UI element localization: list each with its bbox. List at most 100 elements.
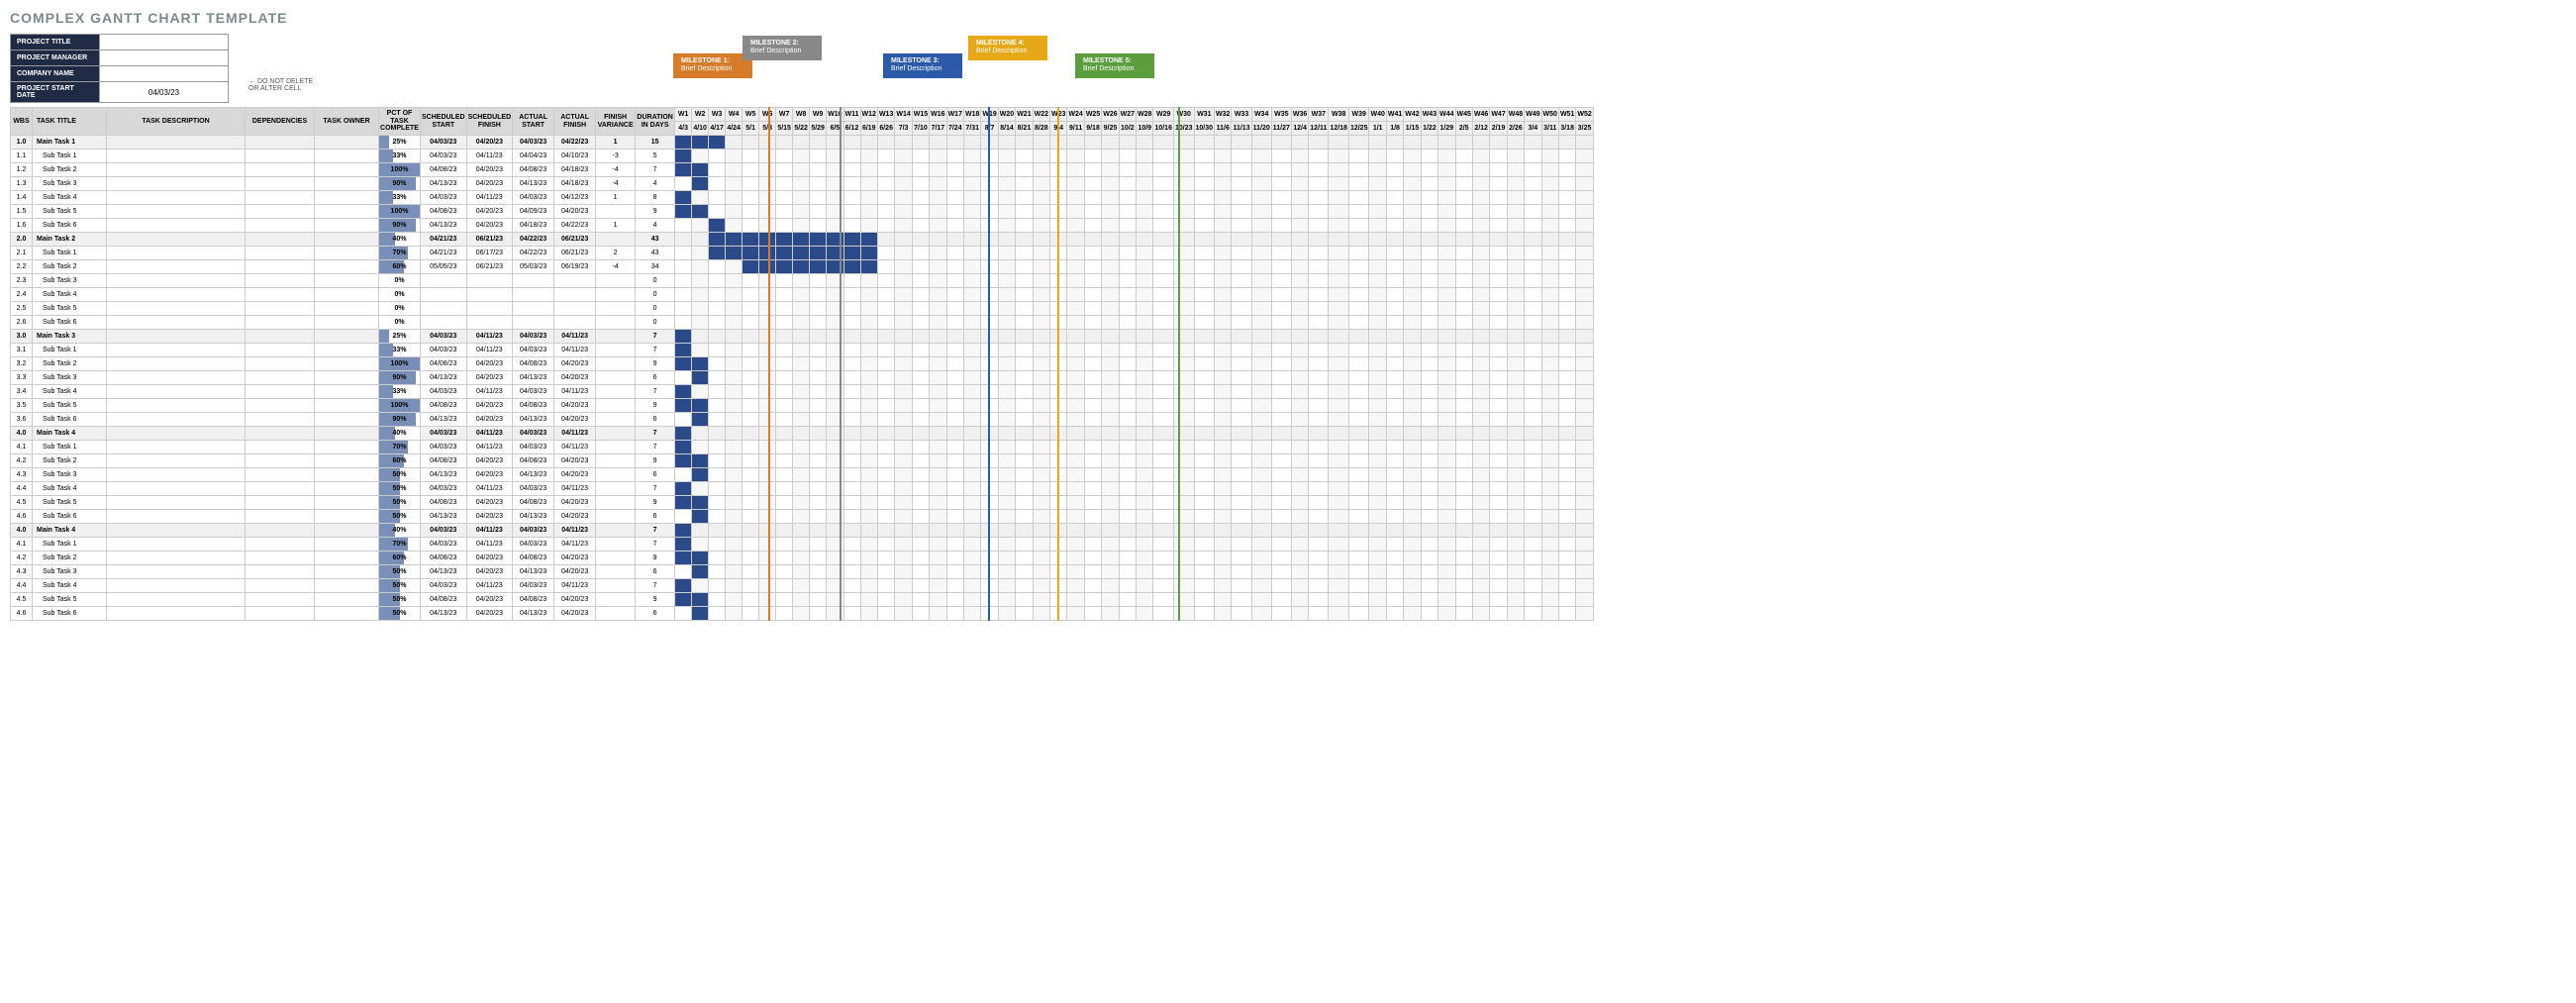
sub-task-row[interactable]: 4.1Sub Task 170%04/03/2304/11/2304/03/23… — [11, 441, 1594, 454]
sub-task-row[interactable]: 4.6Sub Task 650%04/13/2304/20/2304/13/23… — [11, 510, 1594, 524]
sub-task-row[interactable]: 4.3Sub Task 350%04/13/2304/20/2304/13/23… — [11, 468, 1594, 482]
task-title-cell[interactable]: Sub Task 3 — [33, 565, 107, 579]
pct-complete-cell[interactable]: 0% — [379, 274, 421, 288]
pct-complete-cell[interactable]: 60% — [379, 552, 421, 565]
pct-complete-cell[interactable]: 50% — [379, 579, 421, 593]
pct-complete-cell[interactable]: 90% — [379, 371, 421, 385]
task-title-cell[interactable]: Sub Task 4 — [33, 288, 107, 302]
sub-task-row[interactable]: 1.5Sub Task 5100%04/08/2304/20/2304/09/2… — [11, 205, 1594, 219]
pct-complete-cell[interactable]: 33% — [379, 344, 421, 357]
pct-complete-cell[interactable]: 70% — [379, 441, 421, 454]
pct-complete-cell[interactable]: 0% — [379, 288, 421, 302]
pct-complete-cell[interactable]: 90% — [379, 413, 421, 427]
task-title-cell[interactable]: Sub Task 6 — [33, 413, 107, 427]
pct-complete-cell[interactable]: 50% — [379, 510, 421, 524]
main-task-row[interactable]: 4.0Main Task 440%04/03/2304/11/2304/03/2… — [11, 524, 1594, 538]
task-title-cell[interactable]: Sub Task 4 — [33, 579, 107, 593]
sub-task-row[interactable]: 1.2Sub Task 2100%04/08/2304/20/2304/08/2… — [11, 163, 1594, 177]
input-company-name[interactable] — [100, 66, 229, 82]
task-title-cell[interactable]: Sub Task 6 — [33, 607, 107, 621]
task-title-cell[interactable]: Sub Task 3 — [33, 177, 107, 191]
sub-task-row[interactable]: 4.4Sub Task 450%04/03/2304/11/2304/03/23… — [11, 579, 1594, 593]
task-title-cell[interactable]: Sub Task 5 — [33, 399, 107, 413]
task-title-cell[interactable]: Sub Task 4 — [33, 191, 107, 205]
pct-complete-cell[interactable]: 50% — [379, 593, 421, 607]
sub-task-row[interactable]: 2.6Sub Task 60%0 — [11, 316, 1594, 330]
sub-task-row[interactable]: 4.1Sub Task 170%04/03/2304/11/2304/03/23… — [11, 538, 1594, 552]
task-title-cell[interactable]: Sub Task 2 — [33, 163, 107, 177]
sub-task-row[interactable]: 1.4Sub Task 433%04/03/2304/11/2304/03/23… — [11, 191, 1594, 205]
task-title-cell[interactable]: Sub Task 5 — [33, 205, 107, 219]
pct-complete-cell[interactable]: 50% — [379, 482, 421, 496]
sub-task-row[interactable]: 2.3Sub Task 30%0 — [11, 274, 1594, 288]
sub-task-row[interactable]: 2.5Sub Task 50%0 — [11, 302, 1594, 316]
pct-complete-cell[interactable]: 33% — [379, 385, 421, 399]
task-title-cell[interactable]: Sub Task 6 — [33, 510, 107, 524]
task-title-cell[interactable]: Sub Task 5 — [33, 302, 107, 316]
task-title-cell[interactable]: Main Task 3 — [33, 330, 107, 344]
pct-complete-cell[interactable]: 40% — [379, 233, 421, 247]
sub-task-row[interactable]: 3.6Sub Task 690%04/13/2304/20/2304/13/23… — [11, 413, 1594, 427]
sub-task-row[interactable]: 1.1Sub Task 133%04/03/2304/11/2304/04/23… — [11, 150, 1594, 163]
sub-task-row[interactable]: 3.2Sub Task 2100%04/08/2304/20/2304/08/2… — [11, 357, 1594, 371]
pct-complete-cell[interactable]: 40% — [379, 427, 421, 441]
pct-complete-cell[interactable]: 50% — [379, 565, 421, 579]
sub-task-row[interactable]: 4.5Sub Task 550%04/08/2304/20/2304/08/23… — [11, 496, 1594, 510]
task-title-cell[interactable]: Sub Task 2 — [33, 357, 107, 371]
task-title-cell[interactable]: Sub Task 4 — [33, 482, 107, 496]
task-title-cell[interactable]: Sub Task 1 — [33, 150, 107, 163]
pct-complete-cell[interactable]: 25% — [379, 136, 421, 150]
pct-complete-cell[interactable]: 0% — [379, 316, 421, 330]
pct-complete-cell[interactable]: 100% — [379, 399, 421, 413]
task-title-cell[interactable]: Sub Task 1 — [33, 344, 107, 357]
task-title-cell[interactable]: Sub Task 3 — [33, 371, 107, 385]
task-title-cell[interactable]: Sub Task 3 — [33, 274, 107, 288]
sub-task-row[interactable]: 4.5Sub Task 550%04/08/2304/20/2304/08/23… — [11, 593, 1594, 607]
sub-task-row[interactable]: 3.1Sub Task 133%04/03/2304/11/2304/03/23… — [11, 344, 1594, 357]
pct-complete-cell[interactable]: 100% — [379, 357, 421, 371]
sub-task-row[interactable]: 4.2Sub Task 260%04/08/2304/20/2304/08/23… — [11, 454, 1594, 468]
pct-complete-cell[interactable]: 100% — [379, 205, 421, 219]
task-title-cell[interactable]: Main Task 2 — [33, 233, 107, 247]
task-title-cell[interactable]: Main Task 1 — [33, 136, 107, 150]
task-title-cell[interactable]: Main Task 4 — [33, 427, 107, 441]
input-project-manager[interactable] — [100, 50, 229, 66]
main-task-row[interactable]: 3.0Main Task 325%04/03/2304/11/2304/03/2… — [11, 330, 1594, 344]
task-title-cell[interactable]: Sub Task 1 — [33, 247, 107, 260]
sub-task-row[interactable]: 3.5Sub Task 5100%04/08/2304/20/2304/08/2… — [11, 399, 1594, 413]
pct-complete-cell[interactable]: 70% — [379, 247, 421, 260]
sub-task-row[interactable]: 2.2Sub Task 260%05/05/2306/21/2305/03/23… — [11, 260, 1594, 274]
pct-complete-cell[interactable]: 0% — [379, 302, 421, 316]
pct-complete-cell[interactable]: 25% — [379, 330, 421, 344]
task-title-cell[interactable]: Sub Task 5 — [33, 593, 107, 607]
pct-complete-cell[interactable]: 33% — [379, 191, 421, 205]
pct-complete-cell[interactable]: 100% — [379, 163, 421, 177]
main-task-row[interactable]: 1.0Main Task 125%04/03/2304/20/2304/03/2… — [11, 136, 1594, 150]
sub-task-row[interactable]: 3.4Sub Task 433%04/03/2304/11/2304/03/23… — [11, 385, 1594, 399]
task-title-cell[interactable]: Sub Task 1 — [33, 441, 107, 454]
pct-complete-cell[interactable]: 40% — [379, 524, 421, 538]
task-title-cell[interactable]: Sub Task 6 — [33, 219, 107, 233]
pct-complete-cell[interactable]: 60% — [379, 260, 421, 274]
task-title-cell[interactable]: Sub Task 2 — [33, 454, 107, 468]
pct-complete-cell[interactable]: 90% — [379, 177, 421, 191]
sub-task-row[interactable]: 4.6Sub Task 650%04/13/2304/20/2304/13/23… — [11, 607, 1594, 621]
pct-complete-cell[interactable]: 50% — [379, 468, 421, 482]
pct-complete-cell[interactable]: 60% — [379, 454, 421, 468]
task-title-cell[interactable]: Main Task 4 — [33, 524, 107, 538]
main-task-row[interactable]: 4.0Main Task 440%04/03/2304/11/2304/03/2… — [11, 427, 1594, 441]
task-title-cell[interactable]: Sub Task 5 — [33, 496, 107, 510]
task-title-cell[interactable]: Sub Task 2 — [33, 552, 107, 565]
task-title-cell[interactable]: Sub Task 6 — [33, 316, 107, 330]
pct-complete-cell[interactable]: 50% — [379, 496, 421, 510]
sub-task-row[interactable]: 1.3Sub Task 390%04/13/2304/20/2304/13/23… — [11, 177, 1594, 191]
sub-task-row[interactable]: 1.6Sub Task 690%04/13/2304/20/2304/18/23… — [11, 219, 1594, 233]
pct-complete-cell[interactable]: 70% — [379, 538, 421, 552]
task-title-cell[interactable]: Sub Task 3 — [33, 468, 107, 482]
task-title-cell[interactable]: Sub Task 4 — [33, 385, 107, 399]
sub-task-row[interactable]: 3.3Sub Task 390%04/13/2304/20/2304/13/23… — [11, 371, 1594, 385]
sub-task-row[interactable]: 4.3Sub Task 350%04/13/2304/20/2304/13/23… — [11, 565, 1594, 579]
pct-complete-cell[interactable]: 33% — [379, 150, 421, 163]
pct-complete-cell[interactable]: 90% — [379, 219, 421, 233]
main-task-row[interactable]: 2.0Main Task 240%04/21/2306/21/2304/22/2… — [11, 233, 1594, 247]
